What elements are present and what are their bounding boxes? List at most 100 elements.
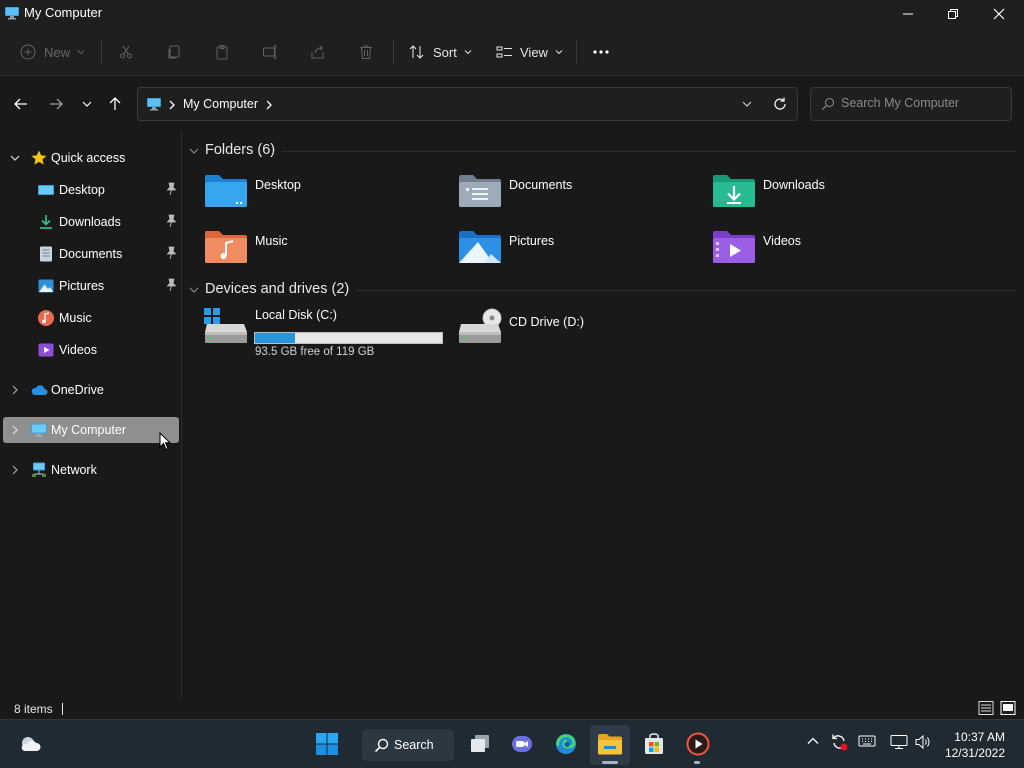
share-button[interactable]	[310, 38, 326, 66]
edge-browser-button[interactable]	[552, 730, 580, 758]
sidebar-item-label: Documents	[59, 247, 123, 261]
sidebar-item-network[interactable]: Network	[3, 457, 179, 483]
delete-button[interactable]	[358, 38, 374, 66]
new-button[interactable]: New	[20, 38, 86, 66]
chevron-down-icon[interactable]	[188, 284, 200, 299]
chevron-right-icon[interactable]	[9, 464, 21, 479]
sidebar-item-label: Music	[59, 311, 92, 325]
volume-icon[interactable]	[914, 734, 932, 753]
store-button[interactable]	[640, 730, 668, 758]
sidebar-item-my-computer[interactable]: My Computer	[3, 417, 179, 443]
restore-icon	[948, 9, 958, 19]
network-status-icon[interactable]	[890, 734, 908, 753]
breadcrumb-separator-icon[interactable]	[265, 99, 273, 113]
show-hidden-icons-button[interactable]	[806, 734, 820, 751]
chevron-right-icon[interactable]	[9, 384, 21, 399]
sidebar-item-desktop[interactable]: Desktop	[3, 177, 179, 203]
folder-tile-documents[interactable]: Documents	[458, 172, 708, 216]
drives-section-header[interactable]: Devices and drives (2)	[188, 279, 1016, 301]
sidebar-item-documents[interactable]: Documents	[3, 241, 179, 267]
recent-locations-button[interactable]	[76, 93, 98, 115]
restore-button[interactable]	[930, 0, 976, 28]
more-icon	[593, 50, 609, 54]
chevron-right-icon[interactable]	[9, 424, 21, 439]
pin-icon[interactable]	[165, 246, 177, 263]
pin-icon[interactable]	[165, 214, 177, 231]
sidebar-item-quick-access[interactable]: Quick access	[3, 145, 179, 171]
folder-tile-desktop[interactable]: Desktop	[204, 172, 454, 216]
chevron-down-icon	[555, 50, 563, 55]
details-view-button[interactable]	[978, 700, 994, 719]
sidebar-item-videos[interactable]: Videos	[3, 337, 179, 363]
sync-status-icon[interactable]	[830, 733, 848, 754]
search-input[interactable]	[841, 96, 1006, 110]
weather-widget-icon[interactable]	[16, 730, 44, 758]
clock-date: 12/31/2022	[944, 746, 1005, 760]
network-icon	[30, 461, 48, 479]
status-separator	[62, 703, 63, 715]
drive-free-space: 93.5 GB free of 119 GB	[255, 346, 375, 358]
pin-icon[interactable]	[165, 182, 177, 199]
pane-divider[interactable]	[181, 131, 182, 699]
view-button[interactable]: View	[496, 38, 564, 66]
search-box[interactable]	[810, 87, 1012, 121]
sidebar-item-label: Downloads	[59, 215, 121, 229]
folders-section-header[interactable]: Folders (6)	[188, 140, 1016, 162]
music-icon	[37, 309, 55, 327]
start-button[interactable]	[313, 730, 341, 758]
drive-tile-cd-drive[interactable]: CD Drive (D:)	[458, 308, 708, 352]
folder-tile-downloads[interactable]: Downloads	[712, 172, 962, 216]
pin-icon[interactable]	[165, 278, 177, 295]
sidebar-item-onedrive[interactable]: OneDrive	[3, 377, 179, 403]
taskbar-search-button[interactable]: Search	[362, 729, 454, 761]
cut-button[interactable]	[118, 38, 134, 66]
clock[interactable]: 10:37 AM 12/31/2022	[945, 729, 1005, 761]
paste-button[interactable]	[214, 38, 230, 66]
rename-icon	[263, 45, 277, 59]
folder-tile-videos[interactable]: Videos	[712, 228, 962, 272]
details-view-icon	[978, 701, 994, 715]
sidebar-item-label: My Computer	[51, 423, 127, 437]
breadcrumb-separator-icon[interactable]	[168, 99, 176, 113]
chevron-down-icon[interactable]	[9, 152, 21, 167]
chevron-down-icon[interactable]	[188, 145, 200, 160]
folder-label: Music	[255, 234, 288, 248]
folder-label: Videos	[763, 234, 801, 248]
sidebar-item-pictures[interactable]: Pictures	[3, 273, 179, 299]
drive-tile-local-disk[interactable]: Local Disk (C:) 93.5 GB free of 119 GB	[204, 308, 454, 358]
forward-button[interactable]	[45, 93, 67, 115]
task-view-button[interactable]	[466, 730, 494, 758]
minimize-button[interactable]	[885, 0, 931, 28]
back-button[interactable]	[10, 93, 32, 115]
computer-icon	[30, 421, 48, 439]
keyboard-icon[interactable]	[858, 734, 876, 751]
more-options-button[interactable]	[592, 38, 610, 66]
media-player-button[interactable]	[684, 730, 712, 758]
copy-button[interactable]	[166, 38, 182, 66]
file-explorer-button[interactable]	[596, 730, 624, 758]
arrow-right-icon	[50, 98, 63, 110]
address-bar[interactable]: My Computer	[137, 87, 798, 121]
star-icon	[30, 149, 48, 167]
address-history-button[interactable]	[741, 98, 753, 113]
chat-app-button[interactable]	[508, 730, 536, 758]
close-button[interactable]	[976, 0, 1022, 28]
desktop-icon	[37, 181, 55, 199]
folder-tile-pictures[interactable]: Pictures	[458, 228, 708, 272]
breadcrumb-my-computer[interactable]: My Computer	[183, 97, 258, 111]
title-bar[interactable]: My Computer	[0, 0, 1024, 28]
tiles-view-button[interactable]	[1000, 700, 1016, 719]
up-button[interactable]	[104, 93, 126, 115]
rename-button[interactable]	[262, 38, 278, 66]
item-count: 8 items	[14, 702, 53, 716]
scissors-icon	[120, 45, 132, 59]
command-bar: New Sort View	[0, 28, 1024, 76]
drive-label: CD Drive (D:)	[509, 315, 584, 329]
folder-tile-music[interactable]: Music	[204, 228, 454, 272]
sidebar-item-label: Desktop	[59, 183, 105, 197]
sidebar-item-music[interactable]: Music	[3, 305, 179, 331]
sort-button[interactable]: Sort	[408, 38, 473, 66]
refresh-button[interactable]	[772, 96, 788, 115]
sidebar-item-downloads[interactable]: Downloads	[3, 209, 179, 235]
drive-usage-bar	[254, 332, 443, 344]
